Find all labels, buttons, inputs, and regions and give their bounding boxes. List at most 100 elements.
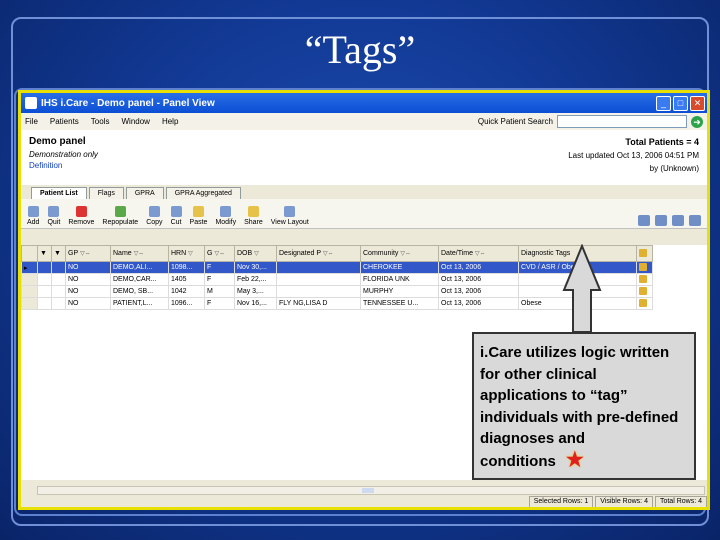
cell: F bbox=[204, 297, 235, 310]
visible-rows: Visible Rows: 4 bbox=[595, 496, 653, 507]
total-patients: Total Patients = 4 bbox=[625, 137, 699, 147]
share-button[interactable]: Share bbox=[244, 206, 263, 226]
cell: MURPHY bbox=[360, 285, 439, 298]
copy-button[interactable]: Copy bbox=[146, 206, 163, 226]
cell: DEMO,ALI... bbox=[110, 261, 169, 274]
modify-button[interactable]: Modify bbox=[215, 206, 236, 226]
grid-header-row: ▼ ▼ GP ▽⇔ Name ▽⇔ HRN ▽ G ▽⇔ DOB ▽ Designated… bbox=[21, 245, 653, 262]
remove-icon bbox=[75, 206, 87, 217]
window-title: IHS i.Care - Demo panel - Panel View bbox=[41, 97, 215, 109]
tag-icon bbox=[639, 262, 647, 271]
updated-by: by (Unknown) bbox=[649, 164, 699, 173]
toolbar: Add Quit Remove Repopulate Copy Cut Past… bbox=[21, 199, 707, 229]
maximize-button[interactable]: □ bbox=[673, 95, 688, 111]
cell: TENNESSEE U... bbox=[360, 297, 439, 310]
slide-background: “Tags” IHS i.Care - Demo panel - Panel V… bbox=[0, 0, 720, 540]
column-dob[interactable]: DOB ▽ bbox=[234, 245, 277, 262]
tag-icon bbox=[639, 248, 647, 257]
horizontal-scrollbar[interactable] bbox=[37, 486, 705, 495]
scissors-icon bbox=[170, 206, 182, 217]
filter-icon[interactable]: ▽⇔ bbox=[134, 251, 145, 257]
binoculars-icon[interactable] bbox=[638, 215, 650, 226]
status-bar: Selected Rows: 1 Visible Rows: 4 Total R… bbox=[21, 496, 707, 507]
window-titlebar[interactable]: IHS i.Care - Demo panel - Panel View _ □… bbox=[21, 93, 707, 113]
panel-header: Demo panel Demonstration only Definition… bbox=[21, 130, 707, 185]
menu-tools[interactable]: Tools bbox=[91, 117, 110, 126]
menu-patients[interactable]: Patients bbox=[50, 117, 79, 126]
column-gp[interactable]: GP ▽⇔ bbox=[65, 245, 111, 262]
tab-patient-list[interactable]: Patient List bbox=[31, 187, 87, 199]
table-row[interactable]: NO DEMO,CAR... 1405 F Feb 22,... FLORIDA… bbox=[21, 273, 653, 286]
slide-title: “Tags” bbox=[304, 27, 416, 72]
tab-gpra-aggregated[interactable]: GPRA Aggregated bbox=[165, 187, 241, 199]
menu-file[interactable]: File bbox=[25, 117, 38, 126]
cell: Oct 13, 2006 bbox=[438, 273, 519, 286]
filter-icon[interactable]: ▽ bbox=[188, 251, 193, 257]
patient-table: ▼ ▼ GP ▽⇔ Name ▽⇔ HRN ▽ G ▽⇔ DOB ▽ Designated… bbox=[21, 245, 653, 310]
layout-icon bbox=[284, 206, 296, 217]
select-column[interactable]: ▼ bbox=[37, 245, 52, 262]
quit-button[interactable]: Quit bbox=[47, 206, 60, 226]
tab-gpra[interactable]: GPRA bbox=[125, 187, 164, 199]
column-datetime[interactable]: Date/Time ▽⇔ bbox=[438, 245, 519, 262]
cell: 1096... bbox=[168, 297, 205, 310]
menu-window[interactable]: Window bbox=[121, 117, 149, 126]
print-icon[interactable] bbox=[672, 215, 684, 226]
paste-icon bbox=[193, 206, 204, 217]
tag-icon bbox=[639, 298, 647, 307]
callout-box: i.Care utilizes logic written for other … bbox=[472, 332, 696, 480]
scroll-thumb[interactable] bbox=[362, 488, 374, 493]
last-updated: Last updated Oct 13, 2006 04:51 PM bbox=[568, 151, 699, 160]
callout-arrow bbox=[562, 244, 602, 333]
filter-icon[interactable]: ▽⇔ bbox=[214, 251, 225, 257]
table-row[interactable]: ▸ NO DEMO,ALI... 1098... F Nov 30,... CH… bbox=[21, 261, 653, 274]
panel-name: Demo panel bbox=[29, 136, 86, 147]
tab-flags[interactable]: Flags bbox=[88, 187, 124, 199]
cut-button[interactable]: Cut bbox=[170, 206, 182, 226]
go-icon[interactable]: ➜ bbox=[691, 115, 703, 128]
column-community[interactable]: Community ▽⇔ bbox=[360, 245, 439, 262]
flag-column[interactable]: ▼ bbox=[51, 245, 66, 262]
cell: NO bbox=[65, 297, 111, 310]
excel-icon[interactable] bbox=[655, 215, 667, 226]
cell: DEMO, SB... bbox=[110, 285, 169, 298]
paste-button[interactable]: Paste bbox=[190, 206, 207, 226]
selected-rows: Selected Rows: 1 bbox=[528, 496, 594, 507]
filter-icon[interactable]: ▽ bbox=[254, 251, 259, 257]
column-designated-provider[interactable]: Designated P ▽⇔ bbox=[276, 245, 361, 262]
menu-help[interactable]: Help bbox=[162, 117, 178, 126]
filter-icon[interactable]: ▽⇔ bbox=[80, 251, 91, 257]
cell bbox=[276, 261, 361, 274]
column-gender[interactable]: G ▽⇔ bbox=[204, 245, 235, 262]
cell: FLORIDA UNK bbox=[360, 273, 439, 286]
cell: F bbox=[204, 261, 235, 274]
filter-icon[interactable]: ▽⇔ bbox=[400, 251, 411, 257]
table-row[interactable]: NO DEMO, SB... 1042 M May 3,... MURPHY O… bbox=[21, 285, 653, 298]
tag-icon bbox=[639, 286, 647, 295]
column-name[interactable]: Name ▽⇔ bbox=[110, 245, 169, 262]
column-hrn[interactable]: HRN ▽ bbox=[168, 245, 205, 262]
repopulate-button[interactable]: Repopulate bbox=[102, 206, 138, 226]
tag-icon bbox=[639, 274, 647, 283]
row-pointer-icon: ▸ bbox=[21, 261, 38, 274]
cell: NO bbox=[65, 261, 111, 274]
close-button[interactable]: ✕ bbox=[690, 95, 705, 111]
add-button[interactable]: Add bbox=[27, 206, 39, 226]
app-icon bbox=[25, 97, 37, 109]
view-layout-button[interactable]: View Layout bbox=[271, 206, 309, 226]
filter-icon[interactable]: ▽⇔ bbox=[475, 251, 486, 257]
cell: Feb 22,... bbox=[234, 273, 277, 286]
remove-button[interactable]: Remove bbox=[68, 206, 94, 226]
cell: Oct 13, 2006 bbox=[438, 285, 519, 298]
tag-column-header[interactable] bbox=[636, 245, 653, 262]
add-icon bbox=[27, 206, 39, 217]
print-preview-icon[interactable] bbox=[689, 215, 701, 226]
row-header-corner bbox=[21, 245, 38, 262]
filter-icon[interactable]: ▽⇔ bbox=[323, 251, 334, 257]
definition-link[interactable]: Definition bbox=[29, 161, 98, 170]
share-icon bbox=[247, 206, 259, 217]
quick-search-input[interactable] bbox=[557, 115, 687, 128]
minimize-button[interactable]: _ bbox=[656, 95, 671, 111]
cell: 1042 bbox=[168, 285, 205, 298]
table-row[interactable]: NO PATIENT,L... 1096... F Nov 16,... FLY… bbox=[21, 297, 653, 310]
